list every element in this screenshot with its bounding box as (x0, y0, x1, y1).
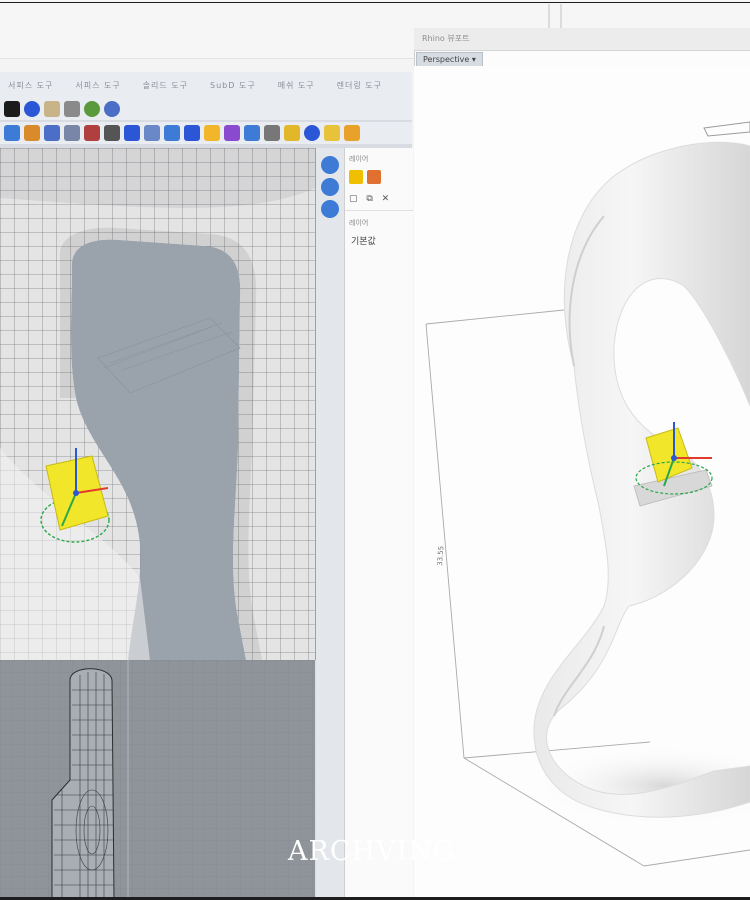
lamp-icon[interactable] (324, 125, 340, 141)
delete-layer-icon[interactable] (367, 170, 381, 184)
transform-icon[interactable] (24, 125, 40, 141)
tab-subd-tools[interactable]: SubD 도구 (210, 80, 256, 91)
paint-icon[interactable] (224, 125, 240, 141)
front-viewport[interactable] (0, 660, 315, 898)
render-window-title: Rhino 뷰포트 (422, 34, 470, 43)
array-icon[interactable] (264, 125, 280, 141)
dimension-label: 33.55 (436, 546, 445, 567)
window-divider (548, 4, 562, 30)
toolbar-row-2 (0, 122, 412, 144)
star-icon[interactable] (124, 125, 140, 141)
link-icon[interactable] (244, 125, 260, 141)
globe-icon[interactable] (304, 125, 320, 141)
new-layer-icon[interactable] (349, 170, 363, 184)
layer-panel-title: 레이어 (349, 155, 369, 163)
grid-icon[interactable] (4, 125, 20, 141)
divider (345, 210, 413, 211)
snap-icon[interactable] (284, 125, 300, 141)
layer-actions[interactable]: ▢ ⧉ ✕ (349, 194, 392, 204)
point-icon[interactable] (4, 101, 20, 117)
properties-icon[interactable] (321, 156, 339, 174)
render-canvas: 33.55 (425, 121, 750, 867)
warning-icon[interactable] (344, 125, 360, 141)
display-icon[interactable] (321, 200, 339, 218)
wireframe-canvas (0, 660, 315, 898)
bolt-icon[interactable] (204, 125, 220, 141)
tab-surface-tools[interactable]: 서피스 도구 (8, 80, 53, 91)
layer-panel: 레이어 ▢ ⧉ ✕ 레이어 기본값 (344, 148, 413, 898)
render-window-titlebar[interactable]: Rhino 뷰포트 (414, 28, 750, 51)
tab-render-tools[interactable]: 렌더링 도구 (337, 80, 382, 91)
perspective-viewport[interactable]: 33.55 (414, 66, 750, 900)
layer-list-item[interactable]: 기본값 (351, 234, 376, 247)
layer-panel-toolbar (349, 170, 381, 184)
tab-surface-tools-2[interactable]: 서피스 도구 (75, 80, 120, 91)
camera-icon[interactable] (64, 101, 80, 117)
sphere-icon[interactable] (24, 101, 40, 117)
watermark: ARCHVING (288, 836, 456, 867)
toolbar-tab-strip: 서피스 도구 서피스 도구 솔리드 도구 SubD 도구 메쉬 도구 렌더링 도… (0, 72, 412, 99)
window-top-border (0, 2, 750, 3)
rotate-icon[interactable] (164, 125, 180, 141)
layers-icon[interactable] (321, 178, 339, 196)
top-viewport[interactable] (0, 148, 316, 660)
subd-mesh-canvas (0, 148, 315, 660)
lens-icon[interactable] (44, 101, 60, 117)
tab-mesh-tools[interactable]: 메쉬 도구 (278, 80, 315, 91)
globe-icon[interactable] (104, 101, 120, 117)
shade-icon[interactable] (44, 125, 60, 141)
layer-list-header: 레이어 (349, 219, 369, 227)
toolbar-row-1 (0, 98, 412, 120)
extrude-icon[interactable] (64, 125, 80, 141)
cube-icon[interactable] (84, 125, 100, 141)
render-icon[interactable] (84, 101, 100, 117)
gear-icon[interactable] (104, 125, 120, 141)
cloud-icon[interactable] (144, 125, 160, 141)
move-icon[interactable] (184, 125, 200, 141)
panel-side-strip (316, 148, 345, 898)
tab-solid-tools[interactable]: 솔리드 도구 (143, 80, 188, 91)
